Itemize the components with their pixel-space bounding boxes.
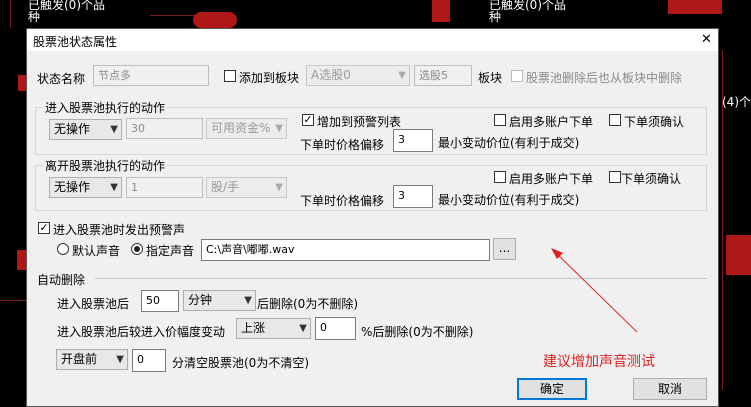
chevron-down-icon: ▼ [110, 124, 118, 135]
chevron-down-icon: ▼ [244, 295, 252, 306]
ok-button[interactable]: 确定 [517, 378, 587, 400]
add-to-alert-list-label: 增加到预警列表 [317, 115, 402, 129]
leave-order-confirm-checkbox[interactable] [609, 171, 621, 183]
chevron-down-icon: ▼ [275, 123, 283, 134]
cancel-button[interactable]: 取消 [633, 378, 707, 400]
clear-when-select[interactable]: 开盘前 ▼ [56, 349, 128, 370]
block-name-field[interactable]: 选股5 [414, 65, 472, 86]
enter-price-offset-label: 下单时价格偏移 [300, 138, 385, 152]
default-sound-radio[interactable] [57, 243, 69, 255]
status-name-field[interactable]: 节点多 [93, 65, 209, 86]
chevron-down-icon: ▼ [116, 354, 124, 365]
leave-unit-select[interactable]: 股/手 ▼ [206, 177, 287, 198]
price-change-suffix: %后删除(0为不删除) [361, 325, 474, 339]
background-node [432, 0, 450, 22]
background-node [668, 0, 722, 14]
background-node [193, 12, 237, 28]
title-bar: 股票池状态属性 ✕ [27, 29, 718, 51]
enter-group-title: 进入股票池执行的动作 [43, 99, 168, 116]
chevron-down-icon: ▼ [110, 182, 118, 193]
clear-suffix: 分清空股票池(0为不清空) [172, 356, 309, 370]
chevron-down-icon: ▼ [275, 182, 283, 193]
chevron-down-icon: ▼ [398, 70, 406, 81]
leave-price-offset-field[interactable]: 3 [393, 185, 433, 208]
after-enter-suffix: 后删除(0为不删除) [257, 297, 358, 311]
enter-min-tick-label: 最小变动价位(有利于成交) [438, 136, 580, 150]
background-label: (4)个品 [722, 95, 751, 109]
background-node [18, 75, 26, 91]
close-icon[interactable]: ✕ [701, 32, 712, 47]
clear-minutes-field[interactable]: 0 [132, 349, 166, 372]
leave-multi-account-label: 启用多账户下单 [509, 172, 594, 186]
background-label: 种 [489, 10, 502, 24]
enter-order-confirm-checkbox[interactable] [609, 114, 621, 126]
sound-path-field[interactable]: C:\声音\嘟嘟.wav [201, 239, 490, 261]
browse-button[interactable]: ... [493, 238, 516, 260]
add-to-alert-list-checkbox[interactable]: ✓ [302, 114, 314, 126]
price-change-field[interactable]: 0 [315, 317, 356, 340]
after-enter-label: 进入股票池后 [57, 297, 130, 311]
auto-delete-label: 自动删除 [37, 273, 86, 287]
after-enter-unit-select[interactable]: 分钟 ▼ [183, 290, 256, 311]
enter-multi-account-checkbox[interactable] [494, 114, 506, 126]
background-label: 种 [28, 10, 41, 24]
custom-sound-radio[interactable] [131, 243, 143, 255]
annotation-text: 建议增加声音测试 [543, 354, 655, 370]
alert-sound-label: 进入股票池时发出预警声 [53, 223, 186, 237]
background-node [17, 250, 26, 270]
leave-group-title: 离开股票池执行的动作 [43, 157, 168, 174]
leave-price-offset-label: 下单时价格偏移 [300, 194, 385, 208]
leave-min-tick-label: 最小变动价位(有利于成交) [438, 193, 580, 207]
remove-from-block-checkbox[interactable] [511, 70, 523, 82]
add-to-block-checkbox[interactable] [224, 70, 236, 82]
dialog-title: 股票池状态属性 [33, 35, 118, 49]
annotation-arrow [551, 248, 638, 333]
alert-sound-checkbox[interactable]: ✓ [38, 222, 50, 234]
enter-action-select[interactable]: 无操作 ▼ [49, 119, 122, 140]
leave-amount-field[interactable]: 1 [126, 177, 203, 198]
background-node [726, 235, 751, 275]
leave-order-confirm-label: 下单须确认 [621, 172, 682, 186]
default-sound-label: 默认声音 [72, 244, 121, 258]
enter-order-confirm-label: 下单须确认 [624, 115, 685, 129]
custom-sound-label: 指定声音 [146, 244, 195, 258]
price-change-direction-select[interactable]: 上涨 ▼ [236, 318, 311, 339]
status-name-label: 状态名称 [37, 72, 86, 86]
price-change-label: 进入股票池后较进入价幅度变动 [57, 325, 226, 339]
stock-pool-properties-dialog: 股票池状态属性 ✕ 状态名称 节点多 添加到板块 A选股0 ▼ 选股5 板块 股票… [26, 28, 719, 407]
block-label: 板块 [478, 71, 503, 85]
leave-action-select[interactable]: 无操作 ▼ [49, 177, 122, 198]
enter-unit-select[interactable]: 可用资金% ▼ [206, 118, 287, 139]
leave-multi-account-checkbox[interactable] [494, 171, 506, 183]
enter-multi-account-label: 启用多账户下单 [509, 115, 594, 129]
remove-from-block-label: 股票池删除后也从板块中删除 [526, 71, 683, 85]
after-enter-field[interactable]: 50 [141, 290, 179, 312]
add-to-block-label: 添加到板块 [239, 71, 300, 85]
enter-price-offset-field[interactable]: 3 [393, 129, 433, 152]
enter-amount-field[interactable]: 30 [126, 118, 203, 139]
chevron-down-icon: ▼ [299, 323, 307, 334]
block-select[interactable]: A选股0 ▼ [306, 65, 410, 86]
